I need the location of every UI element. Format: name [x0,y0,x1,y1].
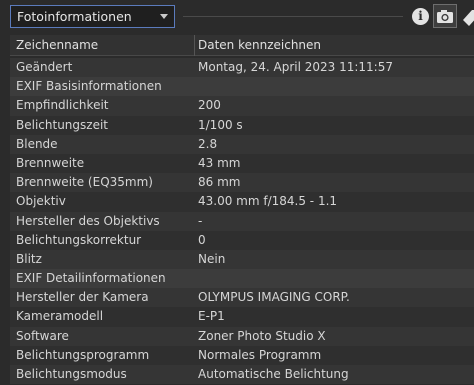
table-row[interactable]: Objektiv 43.00 mm f/184.5 - 1.1 [10,192,474,212]
row-value: - [198,213,203,228]
row-key: Objektiv [16,194,66,209]
row-value: 1/100 s [198,117,243,132]
table-row[interactable]: Kameramodell E-P1 [10,307,474,327]
table-row[interactable]: Geändert Montag, 24. April 2023 11:11:57 [10,58,474,78]
table-header: Zeichenname Daten kennzeichnen [10,35,474,56]
table-row[interactable]: Brennweite 43 mm [10,153,474,174]
section-header[interactable]: EXIF Basisinformationen [10,77,474,97]
toolbar-divider [183,16,403,17]
chevron-down-icon [160,14,168,19]
column-divider[interactable] [194,35,195,56]
row-value: Nein [198,251,226,266]
row-key: Belichtungszeit [16,117,108,132]
section-title: EXIF Basisinformationen [16,79,162,94]
row-key: Blende [16,136,58,151]
table-row[interactable]: Hersteller des Objektivs - [10,211,474,231]
section-header[interactable]: EXIF Detailinformationen [10,269,474,289]
row-value: 2.8 [198,136,218,151]
table-row[interactable]: Belichtungsmodus Automatische Belichtung [10,365,474,385]
row-key: Brennweite [16,155,85,170]
row-key: Hersteller der Kamera [16,290,149,305]
row-value: OLYMPUS IMAGING CORP. [198,290,350,305]
properties-table: Geändert Montag, 24. April 2023 11:11:57 … [10,58,474,385]
table-row[interactable]: Hersteller der Kamera OLYMPUS IMAGING COR… [10,288,474,308]
row-value: 0 [198,232,206,247]
row-value: Automatische Belichtung [198,367,349,381]
row-key: Belichtungsmodus [16,367,127,381]
row-value: Zoner Photo Studio X [198,328,326,343]
table-row[interactable]: Belichtungszeit 1/100 s [10,115,474,135]
section-title: EXIF Detailinformationen [16,271,166,286]
row-value: Montag, 24. April 2023 11:11:57 [198,60,393,74]
row-key: Software [16,328,69,343]
row-value: 86 mm [198,175,241,190]
row-value: 43.00 mm f/184.5 - 1.1 [198,194,338,209]
info-type-dropdown[interactable]: Fotoinformationen [10,5,175,28]
dropdown-selected-value: Fotoinformationen [17,9,132,24]
column-header-name[interactable]: Zeichenname [16,38,98,52]
row-key: Kameramodell [16,309,104,324]
row-key: Belichtungskorrektur [16,232,142,247]
tag-icon[interactable] [460,6,474,26]
row-key: Belichtungsprogramm [16,347,150,362]
row-key: Blitz [16,251,42,266]
table-row[interactable]: Belichtungskorrektur 0 [10,230,474,250]
row-key: Geändert [16,60,73,74]
camera-icon[interactable] [433,4,457,28]
table-row[interactable]: Blende 2.8 [10,134,474,154]
row-key: Empfindlichkeit [16,98,109,113]
row-key: Brennweite (EQ35mm) [16,175,153,190]
row-key: Hersteller des Objektivs [16,213,160,228]
table-row[interactable]: Brennweite (EQ35mm) 86 mm [10,173,474,193]
table-row[interactable]: Empfindlichkeit 200 [10,96,474,116]
table-row[interactable]: Blitz Nein [10,249,474,270]
row-value: Normales Programm [198,347,322,362]
table-row[interactable]: Software Zoner Photo Studio X [10,326,474,346]
row-value: 200 [198,98,221,113]
panel-left-margin [0,35,10,385]
table-row[interactable]: Belichtungsprogramm Normales Programm [10,345,474,365]
row-value: 43 mm [198,155,241,170]
info-icon[interactable]: i [412,8,429,25]
column-header-value[interactable]: Daten kennzeichnen [198,38,321,52]
row-value: E-P1 [198,309,225,324]
panel-toolbar: Fotoinformationen i [0,0,474,34]
